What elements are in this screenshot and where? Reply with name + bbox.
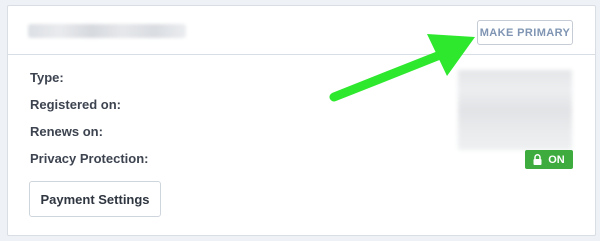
redacted-domain-name [28,24,186,38]
payment-settings-button[interactable]: Payment Settings [29,181,161,217]
registered-on-label: Registered on: [30,97,122,112]
redacted-field-values [458,70,572,150]
card-header: MAKE PRIMARY [8,6,595,55]
renews-on-label: Renews on: [30,124,103,139]
privacy-protection-label: Privacy Protection: [30,151,149,166]
privacy-status-text: ON [548,153,565,166]
lock-icon [533,154,542,165]
type-label: Type: [30,70,64,85]
domain-card: MAKE PRIMARY Type: Registered on: Renews… [7,5,596,236]
privacy-status-badge[interactable]: ON [525,150,573,169]
make-primary-button[interactable]: MAKE PRIMARY [477,20,573,45]
